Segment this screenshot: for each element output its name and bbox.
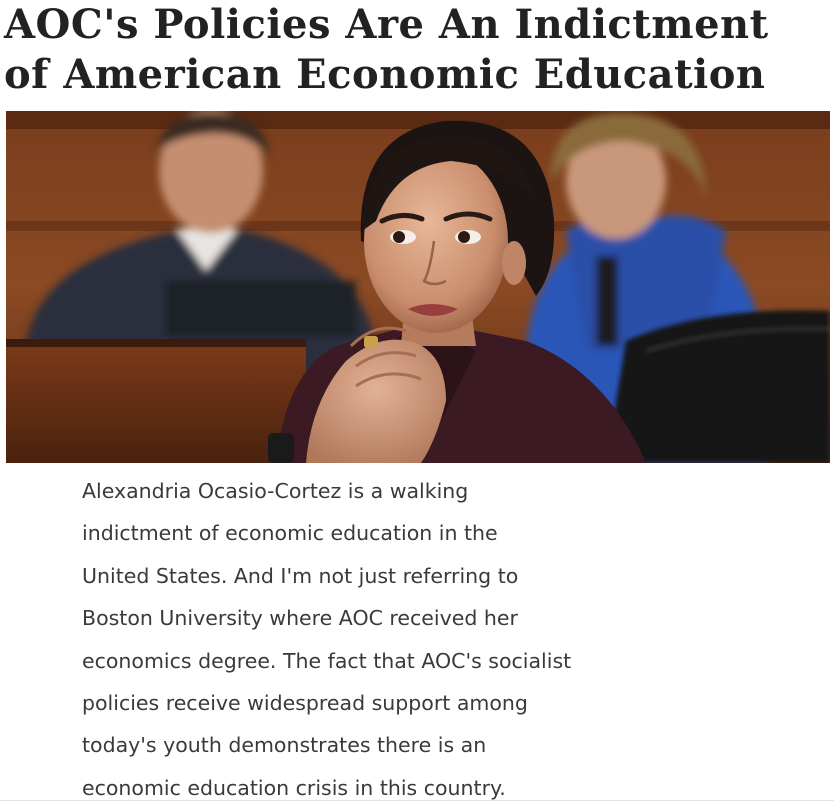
headline-line: of American Economic Education: [4, 51, 766, 98]
body-line: today's youth demonstrates there is an: [82, 733, 487, 758]
article-headline: AOC's Policies Are An Indictment of Amer…: [4, 0, 834, 100]
body-line: indictment of economic education in the: [82, 521, 498, 546]
body-line: Boston University where AOC received her: [82, 606, 518, 631]
bottom-divider: [0, 800, 834, 801]
body-line: policies receive widespread support amon…: [82, 691, 528, 716]
article-body: Alexandria Ocasio-Cortez is a walking in…: [82, 470, 702, 809]
headline-line: AOC's Policies Are An Indictment: [4, 1, 769, 48]
body-line: Alexandria Ocasio-Cortez is a walking: [82, 479, 469, 503]
body-line: United States. And I'm not just referrin…: [82, 563, 519, 588]
body-line: economics degree. The fact that AOC's so…: [82, 648, 572, 673]
body-line: economic education crisis in this countr…: [82, 775, 506, 800]
article-photo: [6, 111, 830, 463]
photo-illustration: [6, 111, 830, 463]
